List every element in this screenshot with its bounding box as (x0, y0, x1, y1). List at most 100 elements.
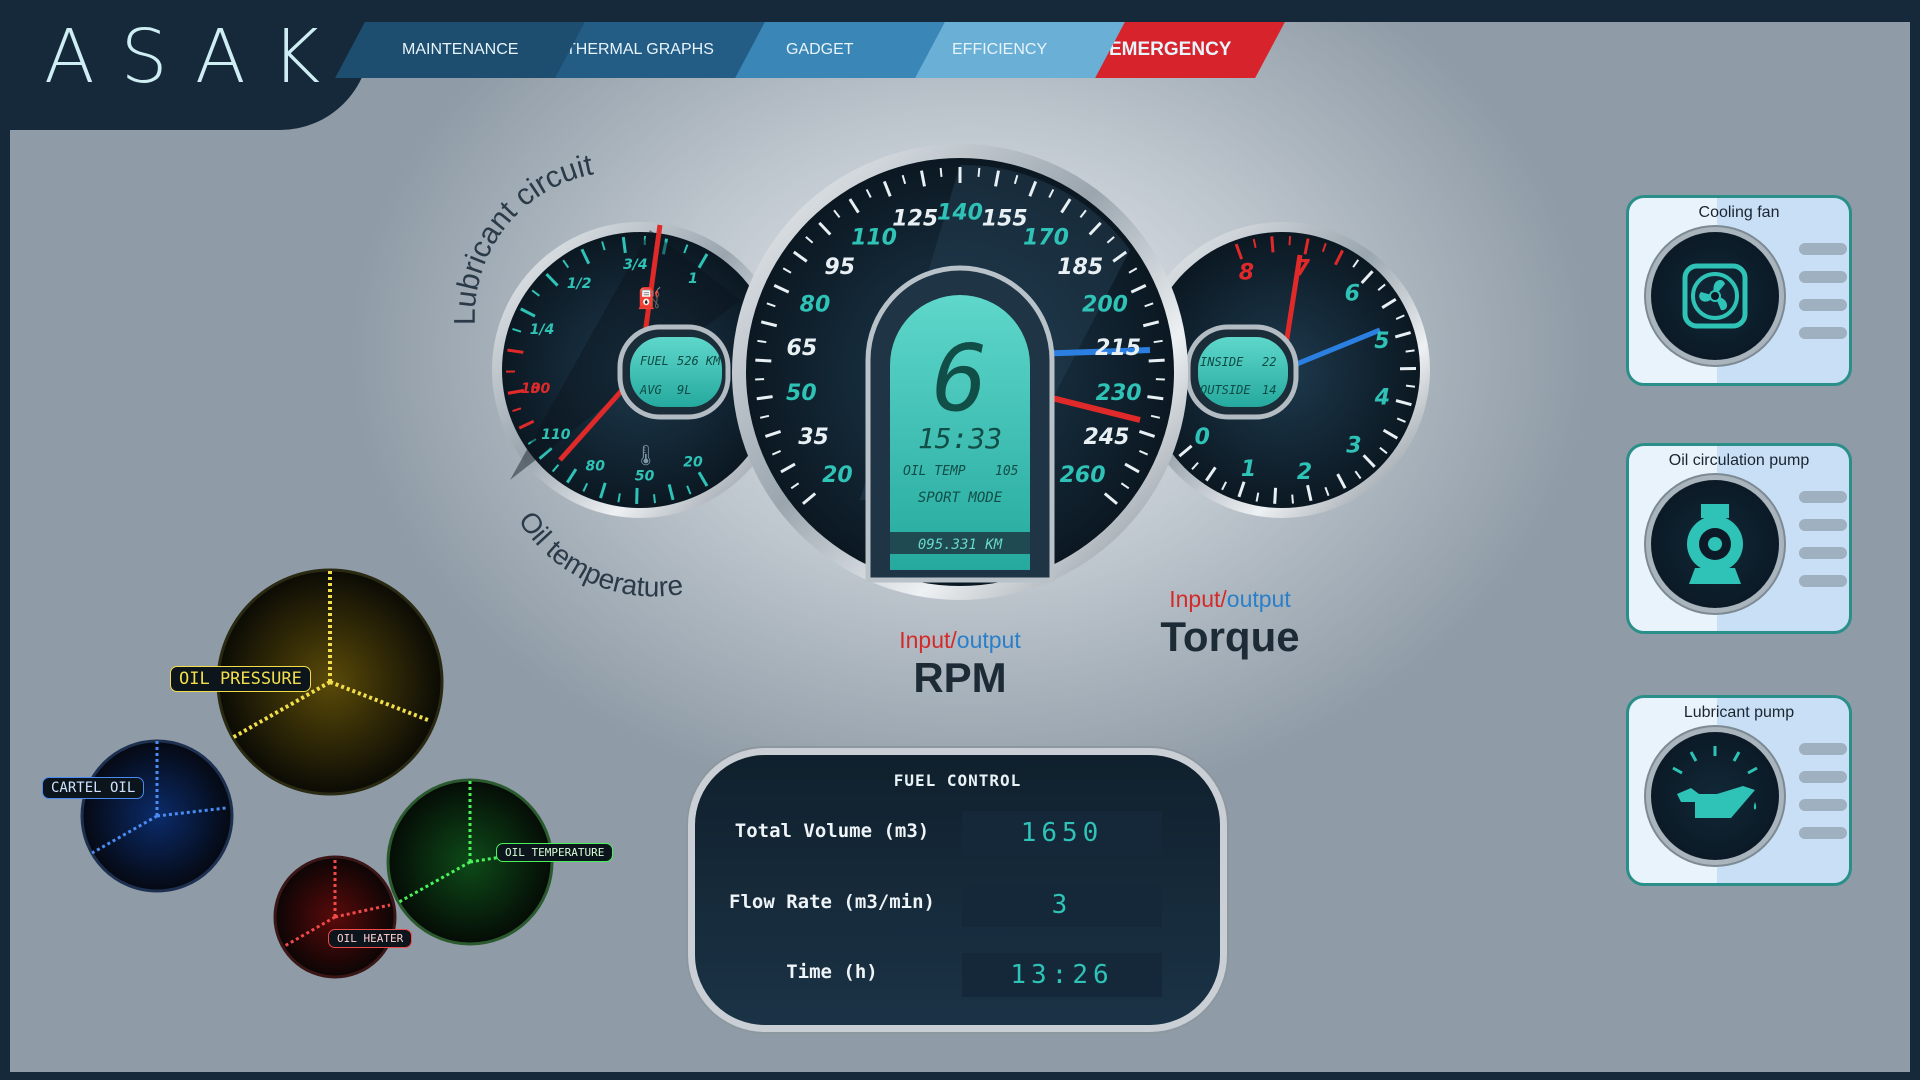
torque-caption: Input/output Torque (1150, 586, 1310, 661)
lcd-inside-label: INSIDE (1200, 355, 1244, 369)
rpm-scale-label: 65 (787, 336, 818, 361)
rpm-scale-label: 20 (822, 463, 853, 488)
torque-scale-label: 3 (1346, 433, 1361, 458)
dash-clock: 15:33 (918, 422, 1002, 455)
fuel-scale-label: 1 (688, 271, 698, 287)
rpm-scale-label: 110 (851, 225, 897, 250)
gauge-tick (1148, 358, 1165, 363)
rpm-output-label: output (956, 627, 1021, 653)
oil-temperature-orb[interactable] (386, 778, 554, 946)
rpm-scale-label: 125 (892, 207, 938, 232)
temp-scale-label: 80 (585, 459, 605, 475)
gauge-tick (756, 395, 773, 401)
lcd-outside-value: 14 (1262, 383, 1276, 397)
rpm-scale-label: 35 (798, 425, 829, 450)
fuel-control-panel: FUEL CONTROL Total Volume (m3) 1650 Flow… (695, 755, 1220, 1025)
gauge-tick (1270, 236, 1275, 253)
lubricant-pump-card[interactable]: Lubricant pump (1626, 695, 1852, 886)
temp-scale-label: 50 (635, 469, 655, 485)
status-orbs (80, 568, 554, 979)
flow-rate-label: Flow Rate (m3/min) (729, 891, 935, 913)
time-label: Time (h) (786, 961, 878, 983)
rpm-scale-label: 95 (824, 255, 855, 280)
gauge-tick (1153, 339, 1163, 344)
lcd-avg-value: 9L (677, 383, 691, 397)
torque-scale-label: 8 (1239, 261, 1254, 286)
fuel-control-title: FUEL CONTROL (893, 771, 1022, 790)
drive-mode: SPORT MODE (918, 490, 1003, 506)
torque-input-label: Input/ (1169, 586, 1227, 612)
oil-circulation-pump-card[interactable]: Oil circulation pump (1626, 443, 1852, 634)
lcd-fuel-value: 526 KM (677, 354, 721, 368)
lcd-avg-label: AVG (639, 383, 662, 397)
fuel-scale-label: 3/4 (623, 257, 648, 273)
cooling-fan-title: Cooling fan (1698, 204, 1780, 221)
lcd-inside-value: 22 (1262, 355, 1276, 369)
rpm-caption: Input/output RPM (880, 627, 1040, 702)
fuel-scale-label: 1/2 (567, 276, 592, 292)
cartel-oil-label: CARTEL OIL (42, 777, 145, 799)
gauge-tick (1405, 384, 1416, 388)
gauge-tick (621, 236, 627, 254)
cartel-oil-orb[interactable] (80, 739, 234, 893)
torque-scale-label: 6 (1345, 282, 1360, 307)
rpm-scale-label: 245 (1083, 425, 1129, 450)
rpm-scale-label: 215 (1095, 336, 1141, 361)
torque-output-label: output (1226, 586, 1291, 612)
gear-indicator: 6 (932, 325, 987, 432)
torque-scale-label: 1 (1241, 457, 1256, 482)
oil-heater-orb[interactable] (273, 855, 397, 979)
gauge-tick (1291, 494, 1294, 504)
temp-scale-label: 20 (683, 454, 703, 470)
oil-circulation-pump-title: Oil circulation pump (1668, 452, 1810, 469)
lubricant-pump-title: Lubricant pump (1683, 704, 1795, 721)
torque-scale-label: 2 (1297, 460, 1312, 485)
temp-scale-label: 110 (541, 427, 570, 443)
flow-rate-value: 3 (962, 883, 1162, 927)
total-volume-label: Total Volume (m3) (734, 820, 930, 842)
rpm-scale-label: 260 (1060, 463, 1106, 488)
pump-icon (1651, 480, 1779, 608)
rpm-scale-label: 185 (1057, 255, 1103, 280)
odometer: 095.331 KM (918, 537, 1003, 553)
gauge-tick (755, 358, 772, 363)
gauge-tick (1147, 395, 1164, 401)
lcd-fuel-label: FUEL (640, 354, 669, 368)
gauge-tick (1273, 487, 1278, 504)
fan-icon (1651, 232, 1779, 360)
oil-can-icon (1651, 732, 1779, 860)
gauge-tick (977, 167, 981, 177)
cooling-fan-card[interactable]: Cooling fan (1626, 195, 1852, 386)
rpm-gauge: 6 15:33 OIL TEMP 105 SPORT MODE 095.331 … (732, 144, 1188, 600)
rpm-title: RPM (913, 654, 1007, 701)
oil-temperature-arc-title: Oil temperature (513, 506, 685, 603)
fuel-pump-icon: ⛽ (637, 286, 662, 310)
torque-scale-label: 4 (1374, 385, 1390, 410)
rpm-scale-label: 80 (800, 293, 831, 318)
lcd-outside-label: OUTSIDE (1200, 383, 1251, 397)
rpm-scale-label: 140 (937, 200, 983, 225)
rpm-input-label: Input/ (899, 627, 957, 653)
rpm-scale-label: 200 (1082, 293, 1128, 318)
gauge-tick (653, 494, 656, 504)
oil-heater-label: OIL HEATER (328, 929, 413, 948)
time-value: 13:26 (962, 953, 1162, 997)
oil-temp-value: 105 (995, 464, 1019, 479)
rpm-scale-label: 170 (1023, 225, 1069, 250)
gauge-tick (1288, 236, 1292, 246)
torque-scale-label: 7 (1295, 256, 1311, 281)
torque-scale-label: 0 (1195, 425, 1210, 450)
rpm-scale-label: 230 (1096, 381, 1142, 406)
fuel-scale-label: 1/4 (530, 322, 555, 338)
gauge-tick (757, 339, 767, 344)
temp-scale-label: 130 (521, 381, 550, 397)
rpm-scale-label: 50 (786, 381, 817, 406)
gauge-tick (939, 167, 943, 177)
rpm-scale-label: 155 (982, 207, 1028, 232)
oil-pressure-label: OIL PRESSURE (170, 666, 311, 692)
gauge-tick (1405, 349, 1415, 353)
torque-title: Torque (1160, 613, 1300, 660)
total-volume-value: 1650 (962, 811, 1162, 855)
torque-scale-label: 5 (1374, 329, 1389, 354)
oil-temp-label: OIL TEMP (903, 464, 966, 479)
